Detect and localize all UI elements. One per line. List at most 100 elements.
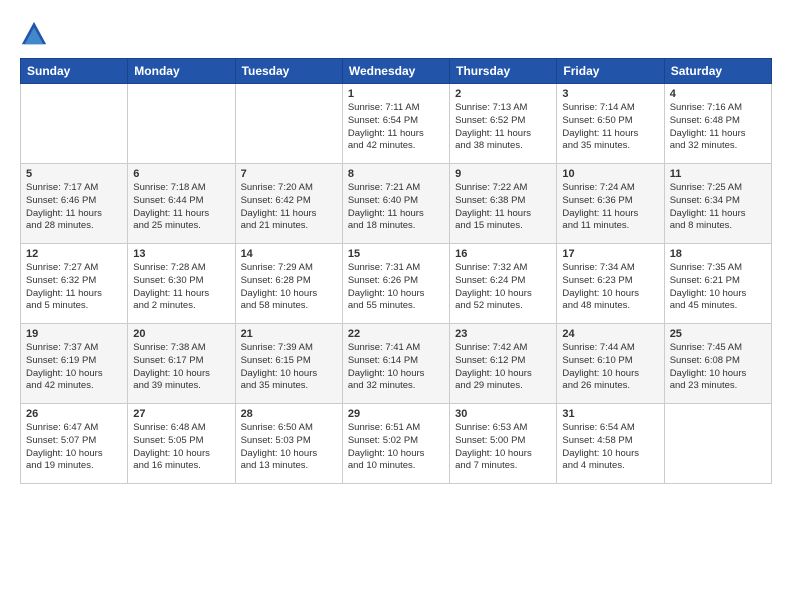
calendar-cell xyxy=(21,84,128,164)
day-info: Sunrise: 7:34 AM Sunset: 6:23 PM Dayligh… xyxy=(562,262,658,313)
day-info: Sunrise: 7:35 AM Sunset: 6:21 PM Dayligh… xyxy=(670,262,766,313)
calendar-cell: 2 Sunrise: 7:13 AM Sunset: 6:52 PM Daylig… xyxy=(450,84,557,164)
weekday-header: Tuesday xyxy=(235,59,342,84)
weekday-header: Thursday xyxy=(450,59,557,84)
day-info: Sunrise: 7:17 AM Sunset: 6:46 PM Dayligh… xyxy=(26,182,122,233)
day-info: Sunrise: 7:24 AM Sunset: 6:36 PM Dayligh… xyxy=(562,182,658,233)
calendar-cell: 4 Sunrise: 7:16 AM Sunset: 6:48 PM Daylig… xyxy=(664,84,771,164)
day-number: 5 xyxy=(26,168,122,180)
day-info: Sunrise: 7:20 AM Sunset: 6:42 PM Dayligh… xyxy=(241,182,337,233)
calendar-week-row: 19 Sunrise: 7:37 AM Sunset: 6:19 PM Dayli… xyxy=(21,324,772,404)
calendar-cell: 14 Sunrise: 7:29 AM Sunset: 6:28 PM Dayli… xyxy=(235,244,342,324)
day-info: Sunrise: 7:38 AM Sunset: 6:17 PM Dayligh… xyxy=(133,342,229,393)
day-info: Sunrise: 7:13 AM Sunset: 6:52 PM Dayligh… xyxy=(455,102,551,153)
day-info: Sunrise: 7:27 AM Sunset: 6:32 PM Dayligh… xyxy=(26,262,122,313)
day-info: Sunrise: 6:54 AM Sunset: 4:58 PM Dayligh… xyxy=(562,422,658,473)
weekday-header: Friday xyxy=(557,59,664,84)
day-info: Sunrise: 7:14 AM Sunset: 6:50 PM Dayligh… xyxy=(562,102,658,153)
calendar-cell: 19 Sunrise: 7:37 AM Sunset: 6:19 PM Dayli… xyxy=(21,324,128,404)
day-number: 6 xyxy=(133,168,229,180)
day-info: Sunrise: 7:37 AM Sunset: 6:19 PM Dayligh… xyxy=(26,342,122,393)
weekday-header: Monday xyxy=(128,59,235,84)
calendar-cell: 17 Sunrise: 7:34 AM Sunset: 6:23 PM Dayli… xyxy=(557,244,664,324)
day-info: Sunrise: 7:31 AM Sunset: 6:26 PM Dayligh… xyxy=(348,262,444,313)
calendar-cell: 9 Sunrise: 7:22 AM Sunset: 6:38 PM Daylig… xyxy=(450,164,557,244)
day-number: 23 xyxy=(455,328,551,340)
day-info: Sunrise: 6:50 AM Sunset: 5:03 PM Dayligh… xyxy=(241,422,337,473)
weekday-header: Sunday xyxy=(21,59,128,84)
calendar-cell: 7 Sunrise: 7:20 AM Sunset: 6:42 PM Daylig… xyxy=(235,164,342,244)
day-number: 11 xyxy=(670,168,766,180)
calendar-cell: 29 Sunrise: 6:51 AM Sunset: 5:02 PM Dayli… xyxy=(342,404,449,484)
calendar-cell: 16Sunrise: 7:32 AM Sunset: 6:24 PM Dayli… xyxy=(450,244,557,324)
calendar-cell: 22 Sunrise: 7:41 AM Sunset: 6:14 PM Dayli… xyxy=(342,324,449,404)
calendar-cell: 28Sunrise: 6:50 AM Sunset: 5:03 PM Dayli… xyxy=(235,404,342,484)
day-info: Sunrise: 7:29 AM Sunset: 6:28 PM Dayligh… xyxy=(241,262,337,313)
day-number: 8 xyxy=(348,168,444,180)
page-header xyxy=(20,20,772,48)
day-number: 9 xyxy=(455,168,551,180)
day-info: Sunrise: 6:53 AM Sunset: 5:00 PM Dayligh… xyxy=(455,422,551,473)
day-info: Sunrise: 7:42 AM Sunset: 6:12 PM Dayligh… xyxy=(455,342,551,393)
calendar-cell: 25 Sunrise: 7:45 AM Sunset: 6:08 PM Dayli… xyxy=(664,324,771,404)
day-info: Sunrise: 7:39 AM Sunset: 6:15 PM Dayligh… xyxy=(241,342,337,393)
calendar-week-row: 5 Sunrise: 7:17 AM Sunset: 6:46 PM Daylig… xyxy=(21,164,772,244)
calendar-cell: 3 Sunrise: 7:14 AM Sunset: 6:50 PM Daylig… xyxy=(557,84,664,164)
day-number: 27 xyxy=(133,408,229,420)
calendar-cell: 31 Sunrise: 6:54 AM Sunset: 4:58 PM Dayli… xyxy=(557,404,664,484)
calendar-week-row: 12 Sunrise: 7:27 AM Sunset: 6:32 PM Dayli… xyxy=(21,244,772,324)
day-info: Sunrise: 7:28 AM Sunset: 6:30 PM Dayligh… xyxy=(133,262,229,313)
day-number: 18 xyxy=(670,248,766,260)
day-number: 2 xyxy=(455,88,551,100)
day-number: 4 xyxy=(670,88,766,100)
calendar-cell: 5 Sunrise: 7:17 AM Sunset: 6:46 PM Daylig… xyxy=(21,164,128,244)
calendar-cell: 10Sunrise: 7:24 AM Sunset: 6:36 PM Dayli… xyxy=(557,164,664,244)
day-info: Sunrise: 7:18 AM Sunset: 6:44 PM Dayligh… xyxy=(133,182,229,233)
calendar-cell: 1Sunrise: 7:11 AM Sunset: 6:54 PM Daylig… xyxy=(342,84,449,164)
calendar-cell: 21Sunrise: 7:39 AM Sunset: 6:15 PM Dayli… xyxy=(235,324,342,404)
day-info: Sunrise: 7:44 AM Sunset: 6:10 PM Dayligh… xyxy=(562,342,658,393)
day-number: 24 xyxy=(562,328,658,340)
day-number: 19 xyxy=(26,328,122,340)
calendar-cell: 24 Sunrise: 7:44 AM Sunset: 6:10 PM Dayli… xyxy=(557,324,664,404)
day-info: Sunrise: 7:22 AM Sunset: 6:38 PM Dayligh… xyxy=(455,182,551,233)
day-info: Sunrise: 7:11 AM Sunset: 6:54 PM Dayligh… xyxy=(348,102,444,153)
weekday-header-row: SundayMondayTuesdayWednesdayThursdayFrid… xyxy=(21,59,772,84)
weekday-header: Saturday xyxy=(664,59,771,84)
day-number: 17 xyxy=(562,248,658,260)
logo xyxy=(20,20,52,48)
logo-icon xyxy=(20,20,48,48)
calendar-table: SundayMondayTuesdayWednesdayThursdayFrid… xyxy=(20,58,772,484)
day-number: 7 xyxy=(241,168,337,180)
calendar-cell: 30 Sunrise: 6:53 AM Sunset: 5:00 PM Dayli… xyxy=(450,404,557,484)
day-info: Sunrise: 7:16 AM Sunset: 6:48 PM Dayligh… xyxy=(670,102,766,153)
day-number: 31 xyxy=(562,408,658,420)
day-number: 15 xyxy=(348,248,444,260)
day-number: 30 xyxy=(455,408,551,420)
calendar-cell: 11 Sunrise: 7:25 AM Sunset: 6:34 PM Dayli… xyxy=(664,164,771,244)
day-number: 12 xyxy=(26,248,122,260)
day-number: 14 xyxy=(241,248,337,260)
day-number: 22 xyxy=(348,328,444,340)
day-number: 26 xyxy=(26,408,122,420)
weekday-header: Wednesday xyxy=(342,59,449,84)
day-info: Sunrise: 7:25 AM Sunset: 6:34 PM Dayligh… xyxy=(670,182,766,233)
day-number: 25 xyxy=(670,328,766,340)
calendar-cell: 13 Sunrise: 7:28 AM Sunset: 6:30 PM Dayli… xyxy=(128,244,235,324)
day-info: Sunrise: 6:51 AM Sunset: 5:02 PM Dayligh… xyxy=(348,422,444,473)
calendar-cell: 15 Sunrise: 7:31 AM Sunset: 6:26 PM Dayli… xyxy=(342,244,449,324)
day-info: Sunrise: 7:41 AM Sunset: 6:14 PM Dayligh… xyxy=(348,342,444,393)
day-number: 20 xyxy=(133,328,229,340)
day-info: Sunrise: 7:45 AM Sunset: 6:08 PM Dayligh… xyxy=(670,342,766,393)
day-number: 3 xyxy=(562,88,658,100)
calendar-week-row: 1Sunrise: 7:11 AM Sunset: 6:54 PM Daylig… xyxy=(21,84,772,164)
calendar-week-row: 26Sunrise: 6:47 AM Sunset: 5:07 PM Dayli… xyxy=(21,404,772,484)
day-info: Sunrise: 7:21 AM Sunset: 6:40 PM Dayligh… xyxy=(348,182,444,233)
calendar-cell: 23 Sunrise: 7:42 AM Sunset: 6:12 PM Dayli… xyxy=(450,324,557,404)
calendar-cell xyxy=(235,84,342,164)
day-number: 29 xyxy=(348,408,444,420)
calendar-cell: 6 Sunrise: 7:18 AM Sunset: 6:44 PM Daylig… xyxy=(128,164,235,244)
day-number: 13 xyxy=(133,248,229,260)
day-number: 16 xyxy=(455,248,551,260)
calendar-cell xyxy=(664,404,771,484)
